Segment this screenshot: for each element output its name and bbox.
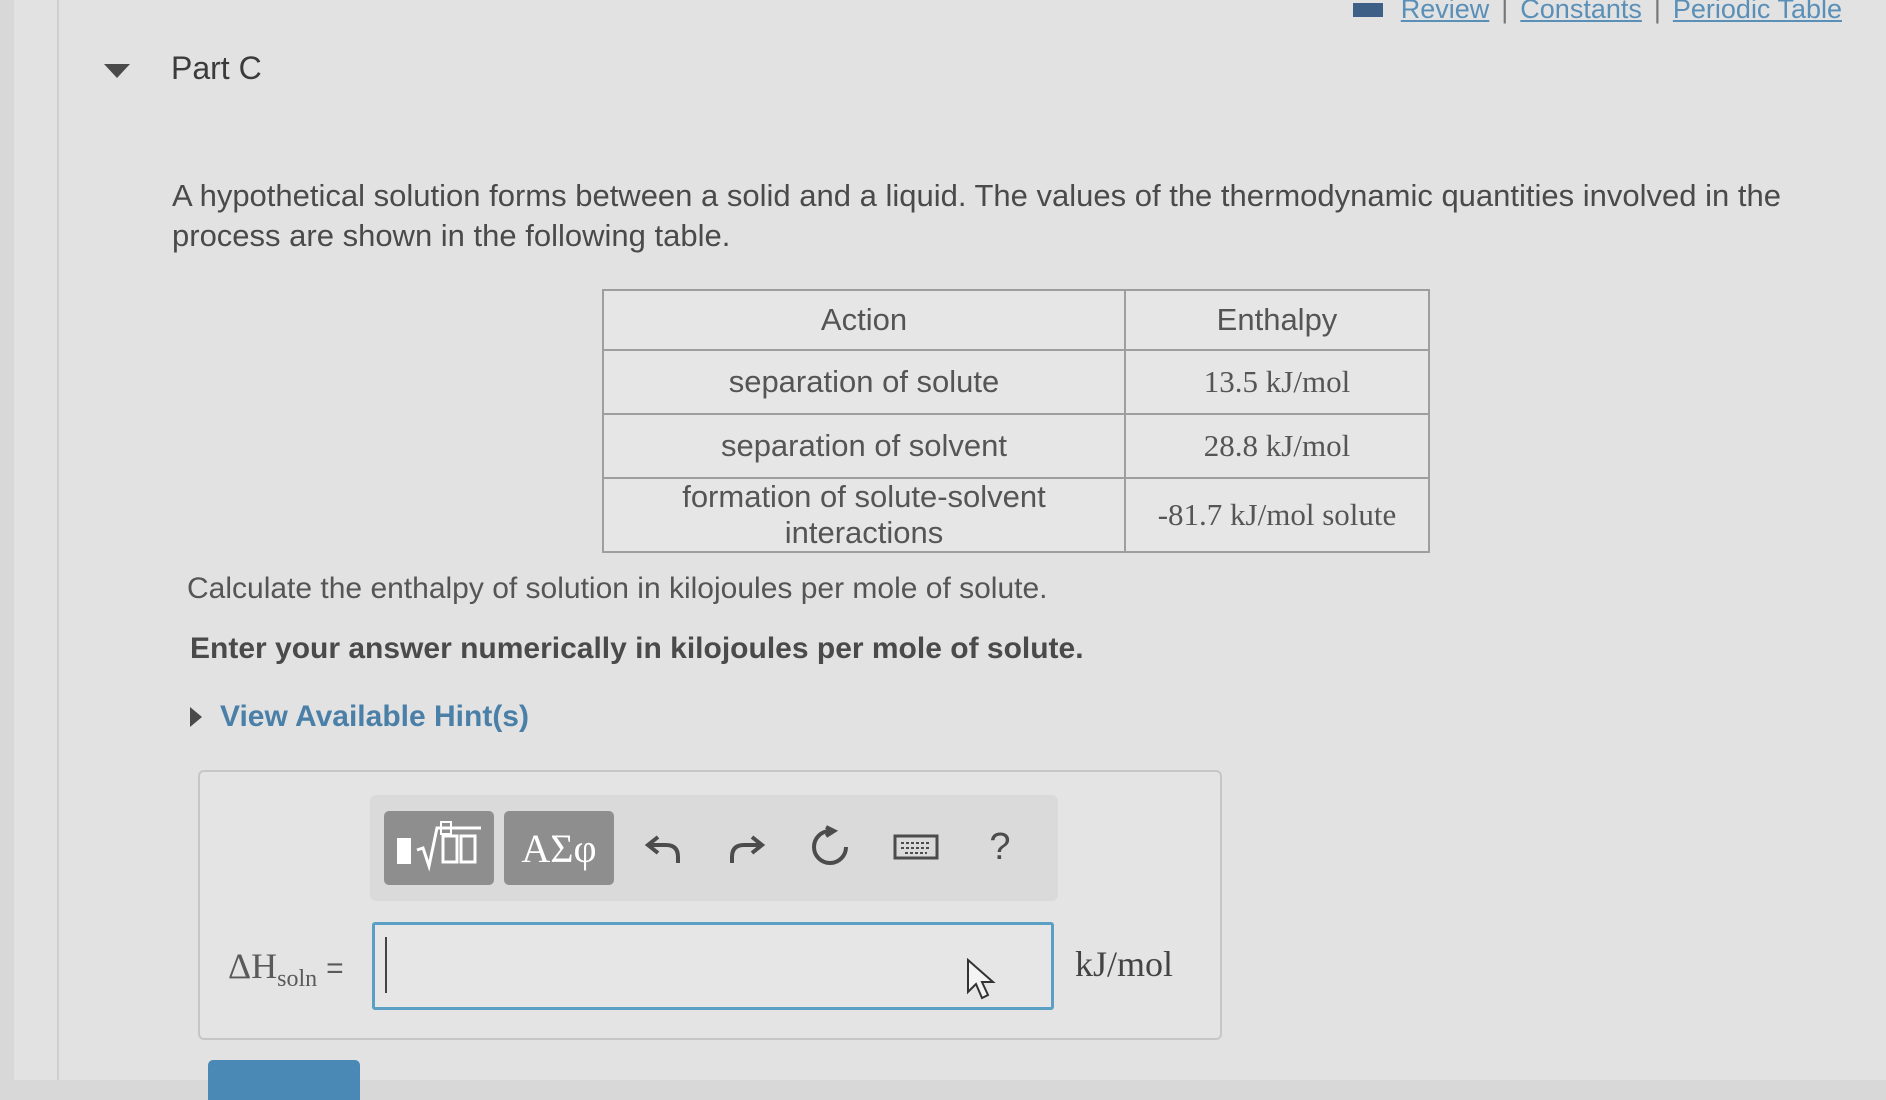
table-header-row: Action Enthalpy — [602, 289, 1430, 351]
equals-sign: = — [326, 952, 344, 985]
label-subscript: soln — [277, 966, 318, 993]
expand-arrow-icon — [190, 707, 202, 727]
greek-symbols-button[interactable]: ΑΣφ — [504, 811, 614, 885]
constants-link[interactable]: Constants — [1520, 0, 1642, 25]
table-row: separation of solute 13.5 kJ/mol — [602, 349, 1430, 415]
hint-label: View Available Hint(s) — [220, 700, 529, 733]
table-row: formation of solute-solvent interactions… — [602, 477, 1430, 553]
enthalpy-cell: -81.7 kJ/mol solute — [1124, 477, 1430, 553]
keyboard-icon[interactable] — [886, 817, 946, 877]
help-button[interactable]: ? — [970, 817, 1030, 877]
templates-button[interactable] — [384, 811, 494, 885]
column-header-enthalpy: Enthalpy — [1124, 289, 1430, 351]
mouse-pointer-icon — [967, 958, 996, 1000]
book-icon — [1352, 2, 1383, 17]
text-caret — [385, 937, 387, 993]
thermo-table: Action Enthalpy separation of solute 13.… — [602, 289, 1430, 553]
periodic-table-link[interactable]: Periodic Table — [1673, 0, 1842, 25]
action-cell: separation of solute — [602, 349, 1126, 415]
fraction-sqrt-icon — [397, 821, 481, 872]
submit-button[interactable] — [208, 1060, 360, 1100]
answer-input[interactable] — [372, 922, 1054, 1010]
review-link[interactable]: Review — [1401, 0, 1490, 25]
action-cell: separation of solvent — [602, 413, 1126, 479]
enthalpy-cell: 13.5 kJ/mol — [1124, 349, 1430, 415]
unit-label: kJ/mol — [1075, 944, 1174, 984]
redo-icon[interactable] — [716, 817, 776, 877]
view-hints-link[interactable]: View Available Hint(s) — [190, 700, 529, 734]
column-header-action: Action — [602, 289, 1126, 351]
label-main: ΔH — [228, 946, 278, 986]
left-divider — [57, 0, 59, 1080]
enthalpy-cell: 28.8 kJ/mol — [1124, 413, 1430, 479]
problem-intro: A hypothetical solution forms between a … — [172, 178, 1781, 253]
reset-icon[interactable] — [800, 817, 860, 877]
question-text: Calculate the enthalpy of solution in ki… — [187, 572, 1048, 605]
collapse-toggle-icon[interactable] — [104, 64, 130, 78]
separator: | — [1501, 0, 1509, 24]
delta-h-label: ΔHsoln = — [228, 945, 344, 993]
instruction-text: Enter your answer numerically in kilojou… — [190, 632, 1084, 665]
math-toolbar: ΑΣφ ? — [370, 795, 1058, 901]
undo-icon[interactable] — [634, 817, 694, 877]
table-row: separation of solvent 28.8 kJ/mol — [602, 413, 1430, 479]
part-title: Part C — [171, 50, 262, 86]
separator: | — [1653, 0, 1661, 24]
action-cell: formation of solute-solvent interactions — [602, 477, 1126, 553]
top-links: Review | Constants | Periodic Table — [1352, 0, 1842, 25]
